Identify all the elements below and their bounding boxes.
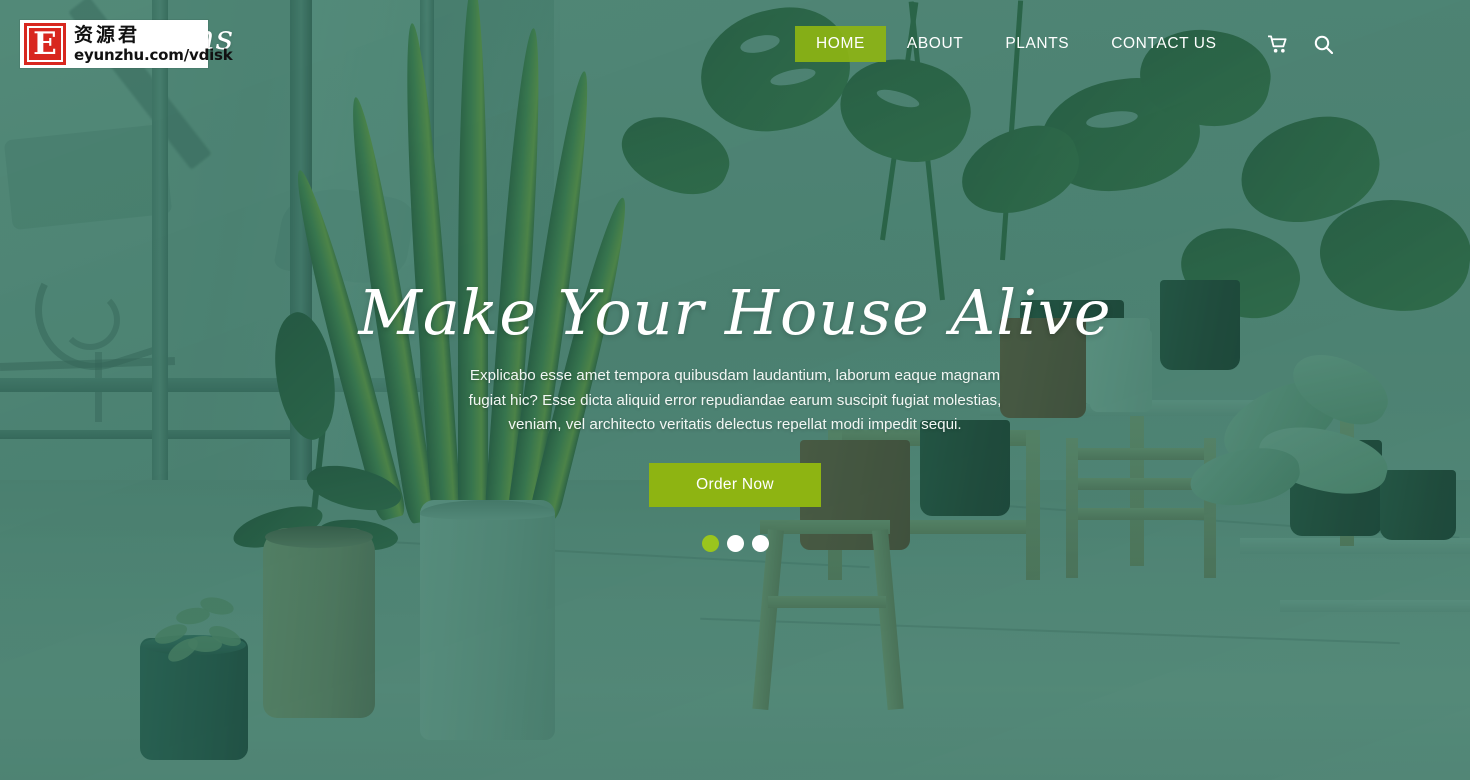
watermark-url: eyunzhu.com/vdisk (74, 45, 233, 64)
watermark-text-group: 资源君 eyunzhu.com/vdisk (74, 23, 233, 64)
hero-title: Make Your House Alive (358, 276, 1112, 349)
watermark-chinese-text: 资源君 (74, 23, 141, 46)
main-navigation: HOME ABOUT PLANTS CONTACT US (795, 26, 1334, 62)
page-root: Plant Paths HOME ABOUT PLANTS CONTACT US (0, 0, 1470, 780)
nav-item-plants[interactable]: PLANTS (984, 26, 1090, 62)
order-now-button[interactable]: Order Now (649, 462, 821, 507)
watermark-overlay: E 资源君 eyunzhu.com/vdisk (20, 20, 233, 68)
nav-item-about[interactable]: ABOUT (886, 26, 984, 62)
slider-dot-3[interactable] (751, 534, 769, 552)
slider-dot-1[interactable] (701, 534, 719, 552)
search-icon[interactable] (1314, 34, 1334, 54)
hero-section: Make Your House Alive Explicabo esse ame… (0, 0, 1470, 780)
hero-description: Explicabo esse amet tempora quibusdam la… (468, 367, 1002, 433)
slider-dot-2[interactable] (726, 534, 744, 552)
nav-item-contact-us[interactable]: CONTACT US (1090, 26, 1237, 62)
watermark-badge-icon: E (24, 23, 66, 65)
header-icon-group (1267, 34, 1334, 54)
nav-item-home[interactable]: HOME (795, 26, 886, 62)
slider-dots (701, 534, 769, 552)
cart-icon[interactable] (1267, 34, 1288, 54)
